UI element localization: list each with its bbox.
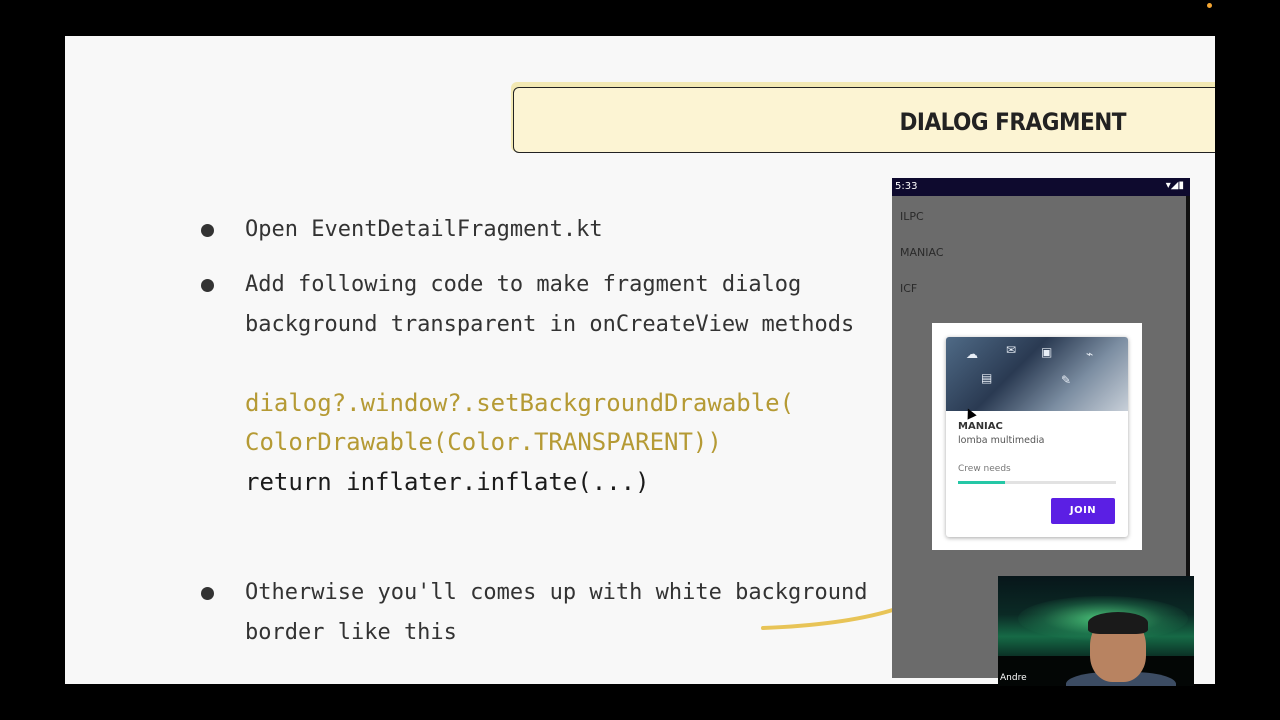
status-time: 5:33 bbox=[895, 181, 918, 192]
chart-icon: ⌁ bbox=[1086, 347, 1094, 361]
crew-label: Crew needs bbox=[958, 464, 1011, 474]
list-item[interactable]: ICF bbox=[900, 282, 917, 295]
image-icon: ▣ bbox=[1041, 345, 1053, 359]
join-button[interactable]: JOIN bbox=[1051, 498, 1115, 524]
list-item[interactable]: ILPC bbox=[900, 210, 924, 223]
status-bar: 5:33 ▾◢▮ bbox=[892, 178, 1190, 196]
event-title: MANIAC bbox=[958, 421, 1003, 432]
person-hair bbox=[1088, 612, 1148, 634]
webcam-overlay: Andre bbox=[998, 576, 1194, 686]
dialog-fragment: ☁ ✉ ▣ ⌁ ▤ ✎ MANIAC lomba multimedia Crew… bbox=[932, 323, 1142, 550]
doc-icon: ▤ bbox=[981, 371, 993, 385]
status-dot bbox=[1207, 3, 1212, 8]
event-card: ☁ ✉ ▣ ⌁ ▤ ✎ MANIAC lomba multimedia Crew… bbox=[946, 337, 1128, 537]
battery-icon: ▾◢▮ bbox=[1165, 180, 1184, 191]
mail-icon: ✉ bbox=[1006, 343, 1017, 357]
event-subtitle: lomba multimedia bbox=[958, 435, 1045, 446]
event-image: ☁ ✉ ▣ ⌁ ▤ ✎ bbox=[946, 337, 1128, 411]
crew-progress-fill bbox=[958, 481, 1006, 484]
list-item[interactable]: MANIAC bbox=[900, 246, 944, 259]
webcam-name: Andre bbox=[1000, 673, 1027, 683]
cloud-icon: ☁ bbox=[966, 347, 978, 361]
tool-icon: ✎ bbox=[1061, 373, 1072, 387]
crew-progress bbox=[958, 481, 1116, 484]
